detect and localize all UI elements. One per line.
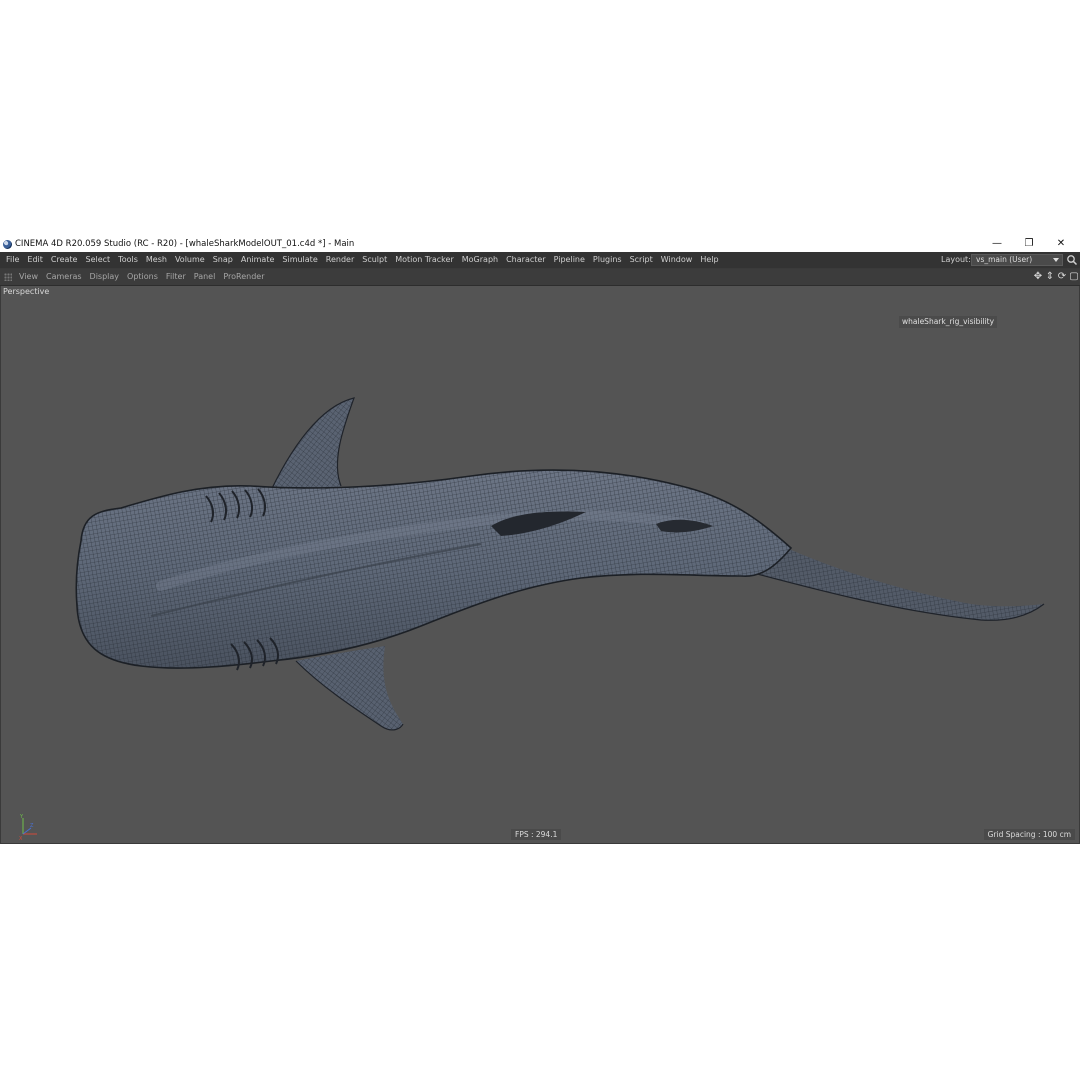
menu-plugins[interactable]: Plugins (589, 252, 626, 268)
menu-volume[interactable]: Volume (171, 252, 209, 268)
menu-snap[interactable]: Snap (209, 252, 237, 268)
layout-dropdown[interactable]: vs_main (User) (971, 254, 1063, 266)
main-menu-bar: File Edit Create Select Tools Mesh Volume Snap A… (0, 252, 1080, 268)
menu-pipeline[interactable]: Pipeline (550, 252, 589, 268)
title-bar[interactable]: CINEMA 4D R20.059 Studio (RC - R20) - [w… (0, 236, 1080, 252)
fps-readout: FPS : 294.1 (511, 829, 562, 840)
search-icon[interactable] (1066, 254, 1078, 266)
viewport-menu-bar: View Cameras Display Options Filter Panel ProR… (0, 269, 1080, 286)
menu-script[interactable]: Script (626, 252, 657, 268)
layout-dropdown-value: vs_main (User) (976, 255, 1033, 264)
menu-animate[interactable]: Animate (237, 252, 279, 268)
view-menu-options[interactable]: Options (123, 269, 162, 285)
view-menu-panel[interactable]: Panel (190, 269, 220, 285)
zoom-view-icon[interactable]: ⇕ (1044, 271, 1056, 283)
menu-sculpt[interactable]: Sculpt (358, 252, 391, 268)
cinema4d-logo-icon (3, 240, 12, 249)
hud-rig-visibility-tag[interactable]: whaleShark_rig_visibility (899, 316, 998, 328)
shark-body (75, 469, 793, 669)
menu-edit[interactable]: Edit (23, 252, 47, 268)
window-title: CINEMA 4D R20.059 Studio (RC - R20) - [w… (15, 239, 355, 249)
cinema4d-window: CINEMA 4D R20.059 Studio (RC - R20) - [w… (0, 236, 1080, 844)
pectoral-fin-bottom (295, 646, 404, 731)
menu-simulate[interactable]: Simulate (278, 252, 321, 268)
move-view-icon[interactable]: ✥ (1032, 271, 1044, 283)
pectoral-fin-top (265, 397, 355, 502)
grid-spacing-readout: Grid Spacing : 100 cm (983, 829, 1075, 840)
menu-render[interactable]: Render (322, 252, 358, 268)
camera-label[interactable]: Perspective (3, 287, 49, 296)
close-button[interactable]: ✕ (1046, 236, 1076, 252)
menu-help[interactable]: Help (696, 252, 722, 268)
whale-shark-model[interactable] (1, 286, 1079, 843)
rotate-view-icon[interactable]: ⟳ (1056, 271, 1068, 283)
world-axis-icon: Y Z X (19, 814, 37, 840)
maximize-button[interactable]: ❐ (1014, 236, 1044, 252)
svg-text:X: X (19, 836, 23, 840)
menu-create[interactable]: Create (47, 252, 82, 268)
view-menu-filter[interactable]: Filter (162, 269, 190, 285)
menu-character[interactable]: Character (502, 252, 550, 268)
minimize-button[interactable]: — (982, 236, 1012, 252)
perspective-viewport[interactable]: Perspective whaleShark_rig_visibility Y … (1, 286, 1079, 843)
viewport-menu-items: View Cameras Display Options Filter Panel ProR… (15, 269, 269, 285)
menu-mesh[interactable]: Mesh (142, 252, 171, 268)
svg-text:Z: Z (30, 823, 34, 829)
menu-mograph[interactable]: MoGraph (458, 252, 502, 268)
view-menu-prorender[interactable]: ProRender (219, 269, 268, 285)
menu-window[interactable]: Window (657, 252, 697, 268)
menu-motion-tracker[interactable]: Motion Tracker (391, 252, 458, 268)
toggle-view-icon[interactable]: ▢ (1068, 271, 1080, 283)
chevron-down-icon (1053, 258, 1059, 262)
menu-select[interactable]: Select (81, 252, 114, 268)
viewport-navigation-icons: ✥ ⇕ ⟳ ▢ (1032, 271, 1080, 283)
view-menu-cameras[interactable]: Cameras (42, 269, 86, 285)
layout-label: Layout: (941, 255, 971, 264)
panel-grip-icon[interactable] (4, 273, 12, 281)
menu-tools[interactable]: Tools (114, 252, 142, 268)
view-menu-display[interactable]: Display (86, 269, 124, 285)
view-menu-view[interactable]: View (15, 269, 42, 285)
menu-file[interactable]: File (2, 252, 23, 268)
main-menu-items: File Edit Create Select Tools Mesh Volume Snap A… (2, 252, 723, 268)
